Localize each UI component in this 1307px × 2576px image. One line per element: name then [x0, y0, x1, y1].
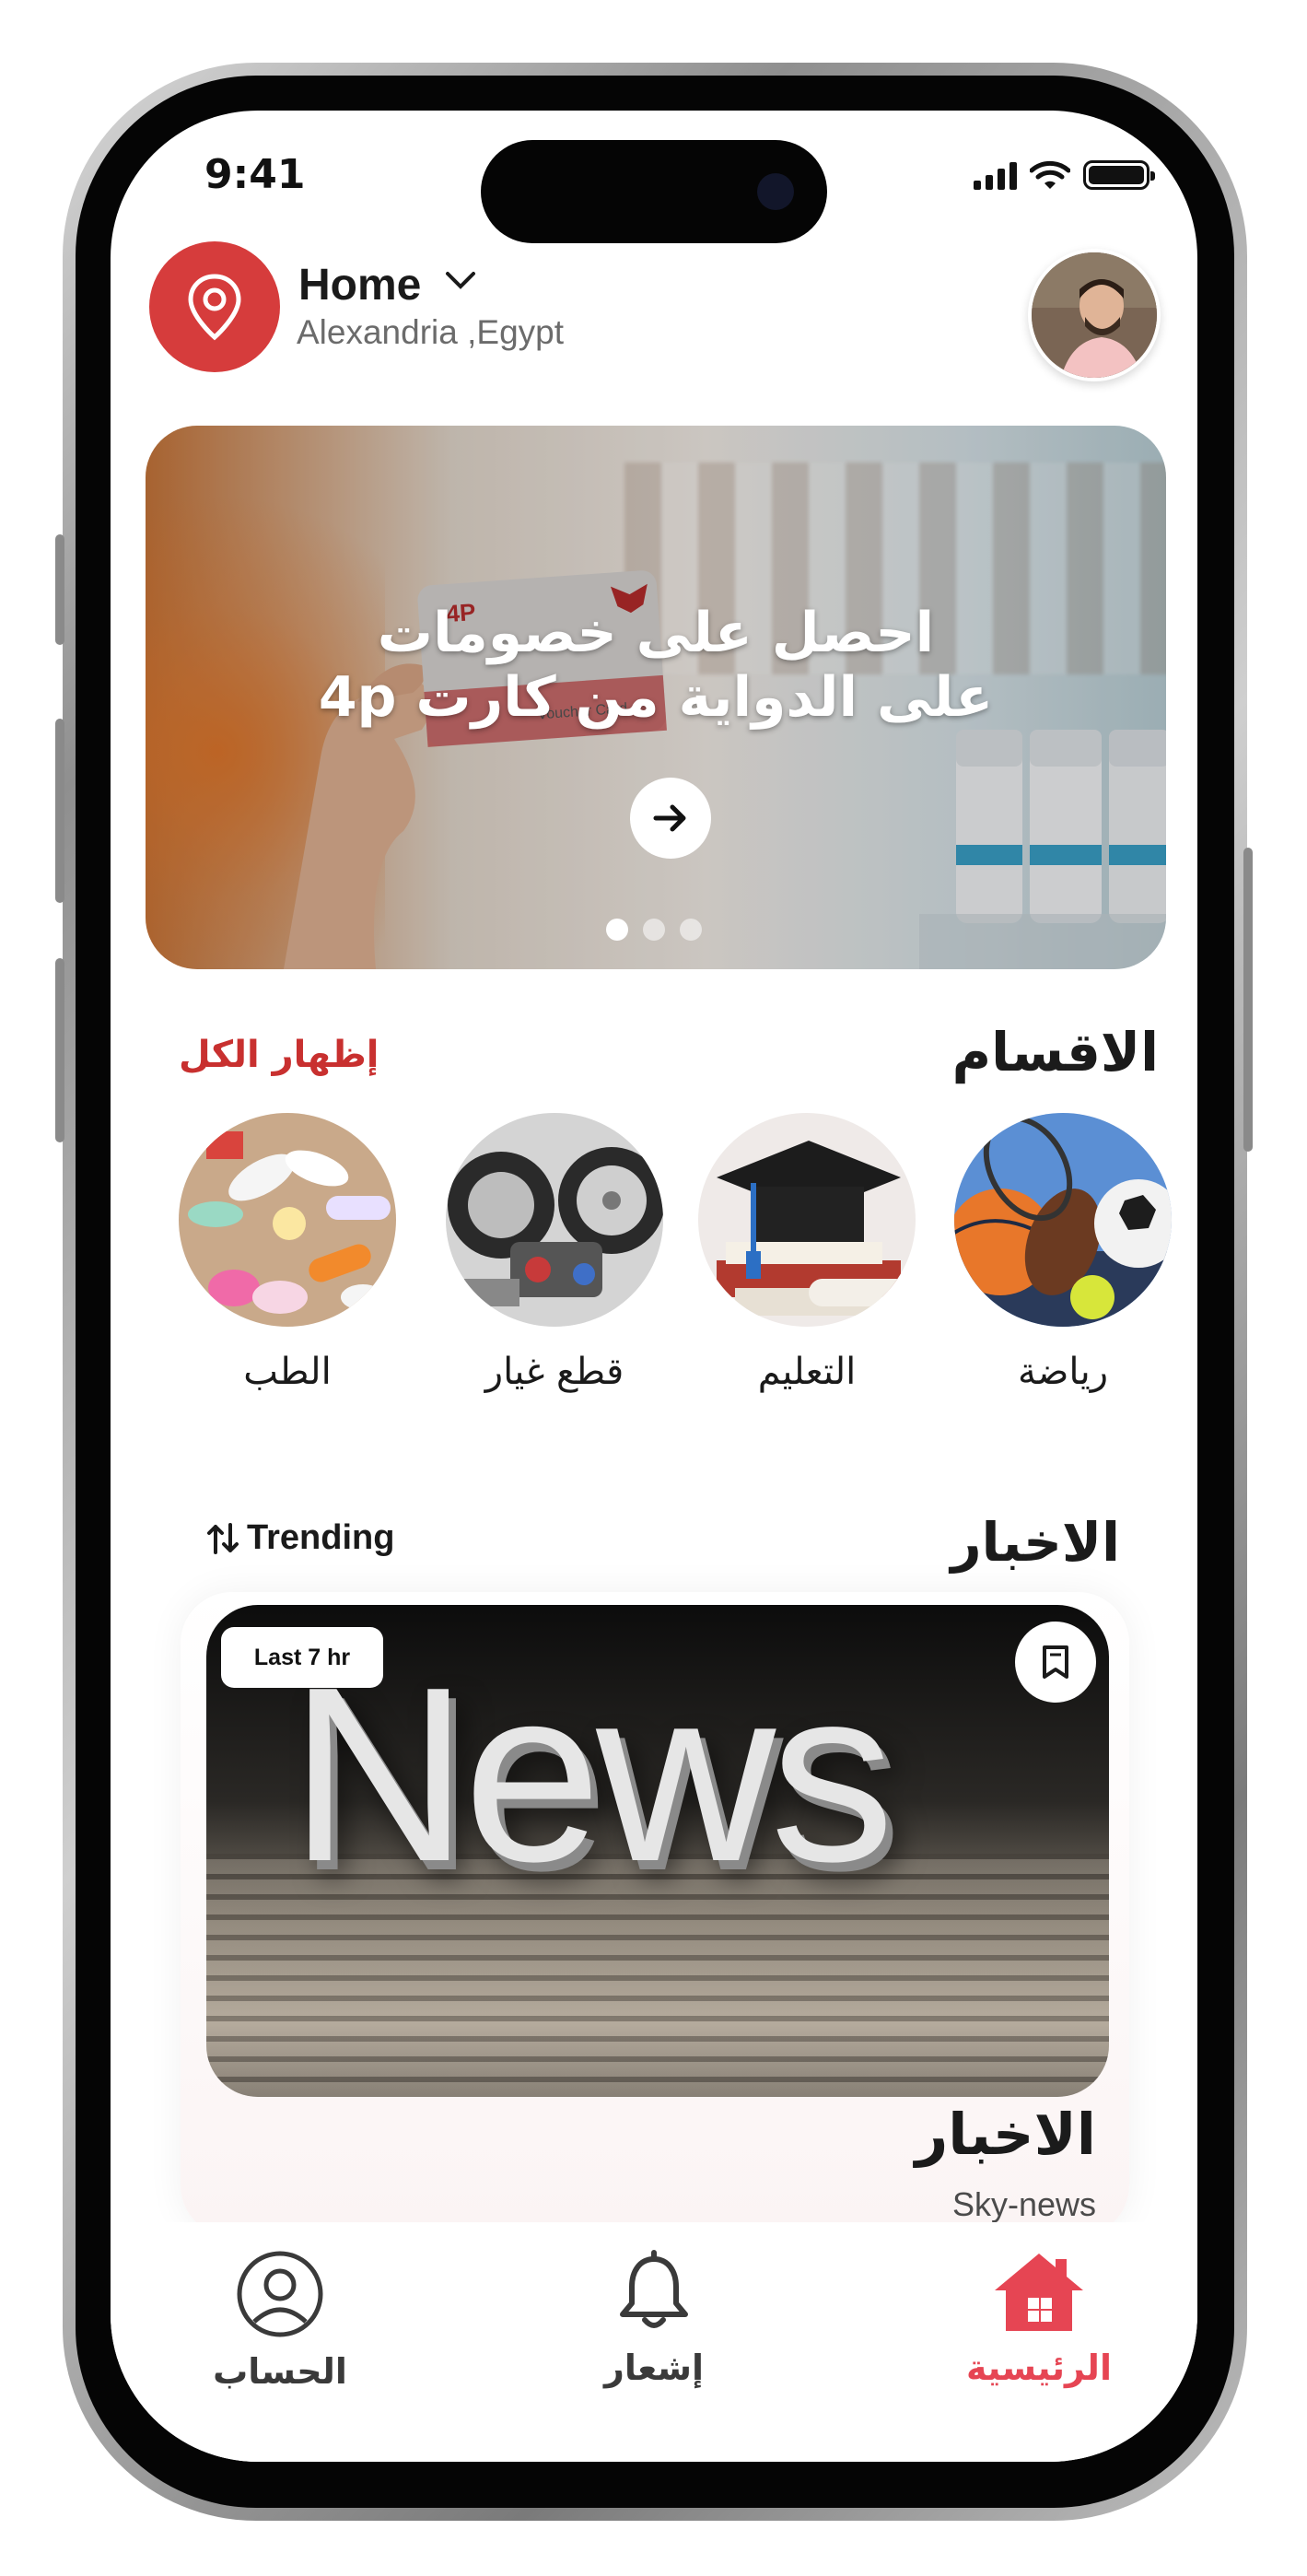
- tab-account-label: الحساب: [213, 2351, 347, 2392]
- location-button[interactable]: [149, 241, 280, 372]
- pagination-dot[interactable]: [680, 919, 702, 941]
- avatar[interactable]: [1028, 249, 1161, 381]
- news-card-title: الاخبار: [915, 2101, 1096, 2168]
- banner-line-1: احصل على خصومات: [377, 601, 935, 665]
- location-pin-icon: [188, 274, 241, 341]
- category-sports[interactable]: رياضة: [954, 1113, 1172, 1393]
- profile-photo: [1032, 252, 1157, 378]
- volume-up-button: [55, 719, 64, 903]
- user-icon: [237, 2251, 323, 2337]
- location-subtitle: Alexandria ,Egypt: [297, 313, 565, 351]
- signal-icon: [974, 162, 1017, 190]
- bookmark-icon: [1043, 1645, 1068, 1679]
- tab-notifications-label: إشعار: [604, 2348, 704, 2388]
- status-time: 9:41: [204, 151, 306, 198]
- banner-pagination[interactable]: [606, 919, 702, 941]
- battery-icon: [1083, 160, 1155, 190]
- category-education[interactable]: التعليم: [698, 1113, 916, 1393]
- categories-title: الاقسام: [951, 1021, 1159, 1083]
- news-section-title: الاخبار: [951, 1511, 1120, 1574]
- wifi-icon: [1030, 160, 1070, 189]
- location-title[interactable]: Home: [298, 260, 421, 310]
- category-label: رياضة: [1017, 1351, 1109, 1393]
- promo-banner[interactable]: 4P Voucher Card احصل على خصومات على الدو…: [146, 426, 1166, 969]
- show-all-link[interactable]: إظهار الكل: [179, 1034, 379, 1076]
- banner-headline: احصل على خصومات على الدواية من كارت 4p: [146, 601, 1166, 730]
- education-image: [698, 1113, 916, 1327]
- category-label: قطع غيار: [484, 1351, 624, 1393]
- banner-next-button[interactable]: [630, 778, 711, 859]
- chevron-down-icon[interactable]: [444, 269, 477, 291]
- banner-line-2: على الدواية من كارت 4p: [318, 665, 994, 730]
- bell-icon: [620, 2250, 688, 2328]
- pagination-dot[interactable]: [643, 919, 665, 941]
- bookmark-button[interactable]: [1015, 1622, 1096, 1703]
- volume-down-button: [55, 958, 64, 1142]
- tab-account[interactable]: الحساب: [188, 2250, 372, 2392]
- power-button: [1243, 848, 1253, 1152]
- app-screen: 9:41 Home Alexandria ,Egypt 4P Voucher C…: [111, 111, 1197, 2462]
- category-label: التعليم: [757, 1351, 857, 1393]
- action-button: [55, 534, 64, 645]
- arrow-right-icon: [653, 804, 686, 832]
- time-badge: Last 7 hr: [221, 1627, 383, 1688]
- category-label: الطب: [243, 1351, 332, 1393]
- spare-parts-image: [446, 1113, 663, 1327]
- tab-notifications[interactable]: إشعار: [562, 2250, 746, 2388]
- sports-image: [954, 1113, 1172, 1327]
- camera-icon: [757, 173, 794, 210]
- home-icon: [995, 2254, 1083, 2331]
- category-spare-parts[interactable]: قطع غيار: [446, 1113, 663, 1393]
- sort-icon: [207, 1522, 239, 1554]
- trending-filter[interactable]: Trending: [206, 1518, 394, 1558]
- status-icons: [974, 160, 1155, 190]
- medicine-image: [179, 1113, 396, 1327]
- tab-home-label: الرئيسية: [966, 2348, 1112, 2388]
- pagination-dot[interactable]: [606, 919, 628, 941]
- bottom-tab-bar: الرئيسية إشعار الحساب: [111, 2222, 1197, 2462]
- trending-label: Trending: [247, 1518, 395, 1557]
- dynamic-island: [481, 140, 827, 243]
- category-medicine[interactable]: الطب: [179, 1113, 396, 1393]
- news-card-source: Sky-news: [951, 2185, 1096, 2223]
- tab-home[interactable]: الرئيسية: [947, 2250, 1131, 2388]
